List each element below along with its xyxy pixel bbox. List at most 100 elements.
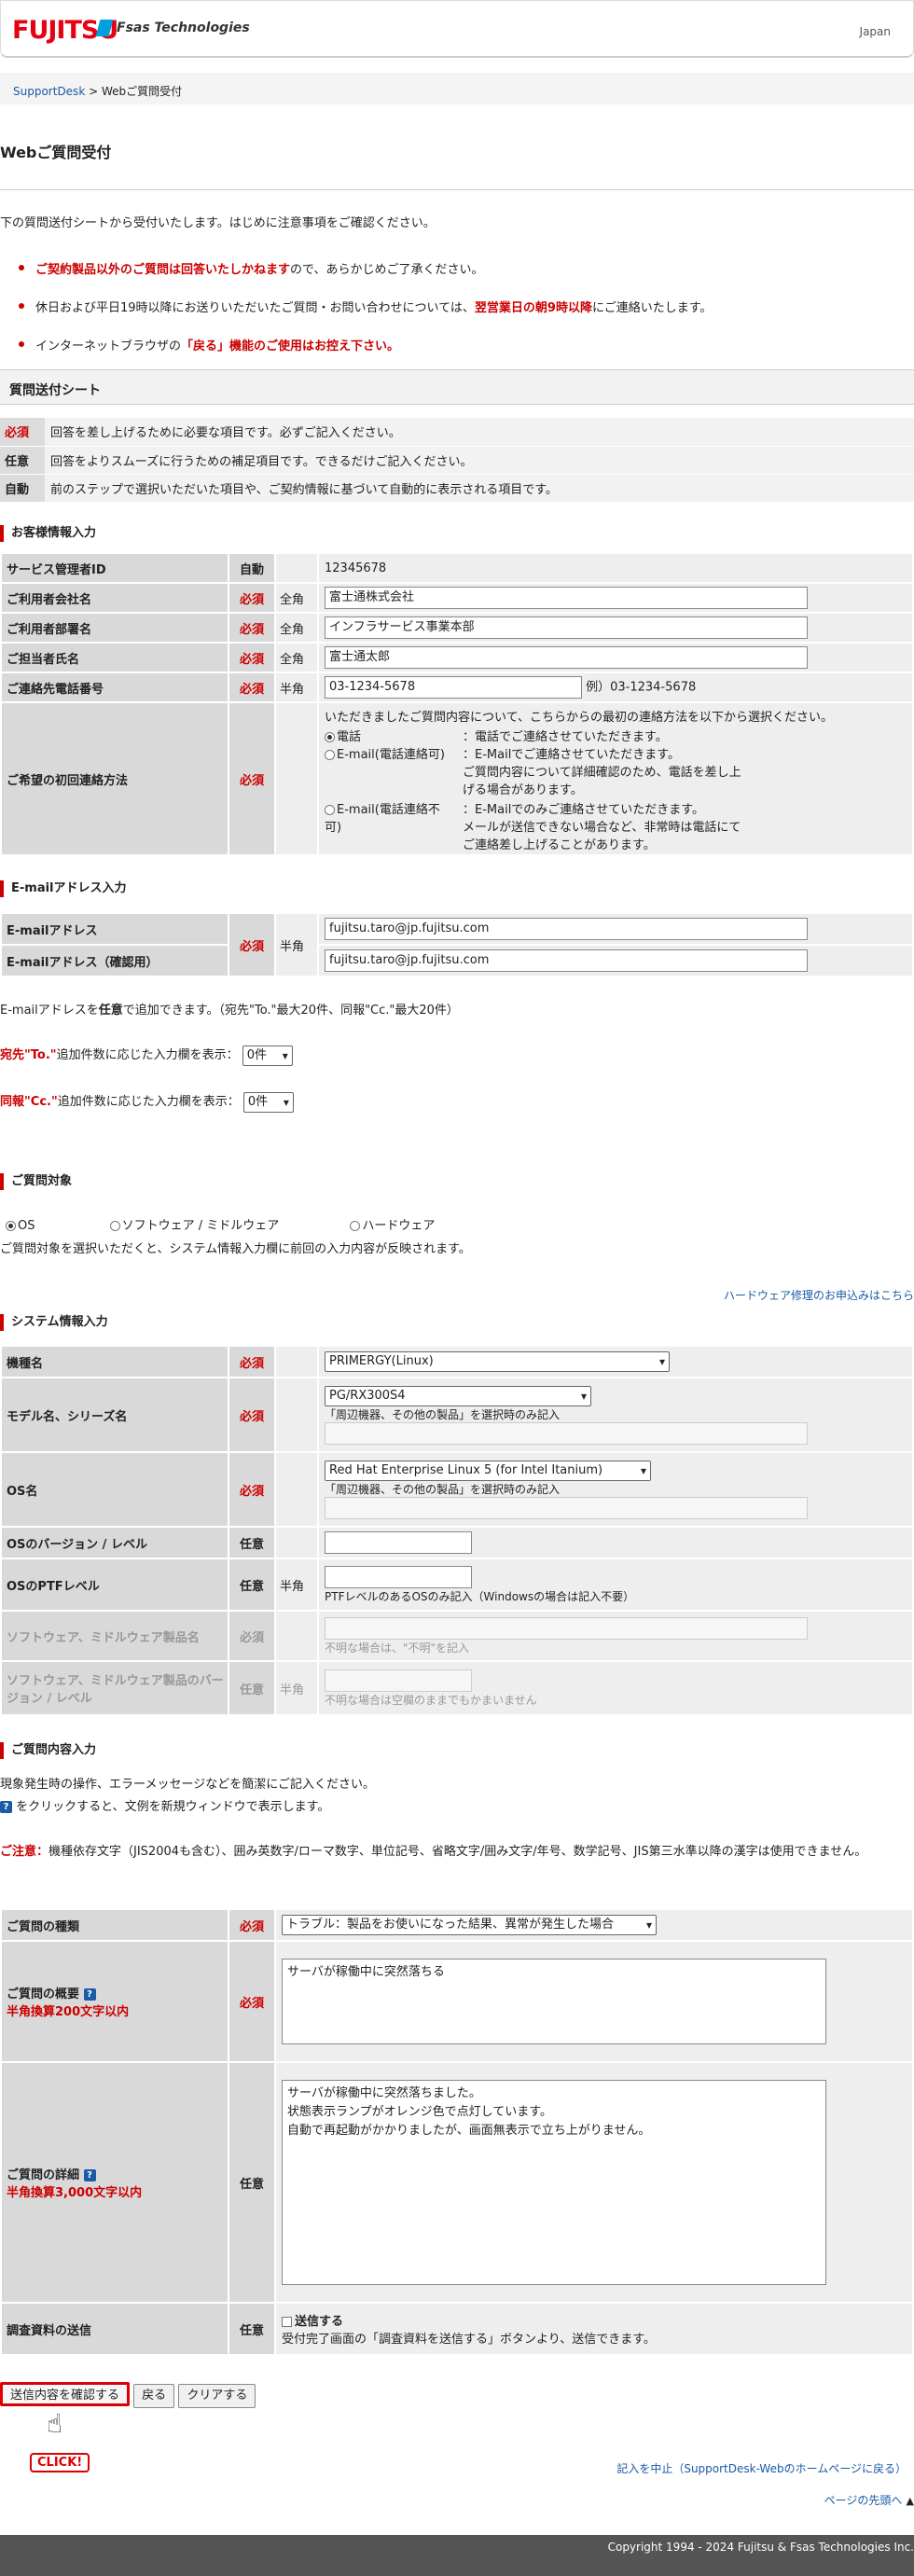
note-text: E-mailアドレスを [0,1004,99,1018]
phone-input[interactable]: 03-1234-5678 [325,676,582,699]
legend-key: 任意 [0,446,45,475]
question-type-select[interactable]: トラブル：製品をお使いになった結果、異常が発生した場合 [282,1915,657,1935]
target-radio-hardware[interactable] [350,1221,361,1231]
company-input[interactable]: 富士通株式会社 [325,587,808,609]
notice-item: 休日および平日19時以降にお送りいただいたご質問・お問い合わせについては、翌営業… [18,298,712,315]
caution-text: 機種依存文字（JIS2004も含む）、囲み英数字/ローマ数字、単位記号、省略文字… [48,1845,867,1859]
legend-value: 前のステップで選択いただいた項目や、ご契約情報に基づいて自動的に表示される項目で… [45,474,914,503]
person-input[interactable]: 富士通太郎 [325,646,808,669]
help-icon: ? [0,1801,12,1813]
to-label-highlight: 宛先"To." [0,1048,57,1062]
attach-checkbox[interactable] [282,2317,292,2327]
os-version-label: OSのバージョン / レベル [0,1526,229,1559]
email-section-title: E-mailアドレス入力 [0,880,127,897]
phone-label: ご連絡先電話番号 [0,672,229,703]
contact-radio-phone[interactable] [325,732,335,742]
cancel-link[interactable]: 記入を中止（SupportDesk-Webのホームページに戻る） [616,2460,907,2476]
email-label: E-mailアドレス [0,912,229,946]
detail-help-icon[interactable]: ? [83,2169,96,2181]
to-count-row: 宛先"To."追加件数に応じた入力欄を表示： 0件 [0,1045,293,1066]
fsas-logo: Fsas Technologies [95,20,250,36]
email-input[interactable]: fujitsu.taro@jp.fujitsu.com [325,918,808,940]
model-label: モデル名、シリーズ名 [0,1377,229,1453]
contact-option-desc: ：E-Mailでのみご連絡させていただきます。 メールが送信できない場合など、非… [463,803,741,852]
os-version-input[interactable] [325,1531,472,1554]
system-section-title: システム情報入力 [0,1314,108,1331]
model-free-input[interactable] [325,1421,808,1445]
question-section-title: ご質問内容入力 [0,1742,96,1759]
system-form: 機種名必須 PRIMERGY(Linux) モデル名、シリーズ名必須 PG/RX30… [0,1345,914,1716]
email-confirm-input[interactable]: fujitsu.taro@jp.fujitsu.com [325,949,808,972]
breadcrumb: SupportDesk > Webご質問受付 [0,73,914,104]
os-free-input[interactable] [325,1496,808,1519]
caution-note: ご注意：機種依存文字（JIS2004も含む）、囲み英数字/ローマ数字、単位記号、… [0,1841,914,1859]
notice-text: ので、あらかじめご了承ください。 [290,263,484,277]
email-form: E-mailアドレス 必須 半角 fujitsu.taro@jp.fujitsu.co… [0,912,914,977]
detail-limit: 半角換算3,000文字以内 [7,2186,143,2200]
target-radio-software[interactable] [109,1221,120,1231]
contact-option-label: 電話 [337,730,362,744]
software-version-note: 不明な場合は空欄のままでもかまいません [325,1693,537,1707]
optional-tag: 任意 [228,2302,276,2356]
legend-value: 回答をよりスムーズに行うための補足項目です。できるだけご記入ください。 [45,446,914,475]
os-note: 「周辺機器、その他の製品」を選択時のみ記入 [325,1482,561,1496]
contact-option-label: E-mail(電話連絡可) [337,748,445,762]
click-badge: CLICK! [30,2453,90,2472]
target-option-label: ハードウェア [362,1219,436,1233]
target-options: OS ソフトウェア / ミドルウェア ハードウェア [6,1215,435,1233]
notice-list: ご契約製品以外のご質問は回答いたしかねますので、あらかじめご了承ください。 休日… [18,259,712,374]
notice-item: インターネットブラウザの「戻る」機能のご使用はお控え下さい。 [18,336,712,353]
target-note: ご質問対象を選択いただくと、システム情報入力欄に前回の入力内容が反映されます。 [0,1242,471,1256]
contact-option-desc: ：E-Mailでご連絡させていただきます。 ご質問内容について詳細確認のため、電… [463,748,741,797]
summary-help-icon[interactable]: ? [83,1988,96,2001]
to-count-select[interactable]: 0件 [242,1045,293,1066]
company-label: ご利用者会社名 [0,582,229,614]
machine-select[interactable]: PRIMERGY(Linux) [325,1351,670,1372]
target-option-label: OS [18,1219,35,1233]
summary-textarea[interactable]: サーバが稼働中に突然落ちる [282,1959,826,2044]
contact-radio-email-phone[interactable] [325,750,335,760]
required-tag: 必須 [228,1908,276,1942]
software-version-input[interactable] [325,1669,472,1692]
back-button[interactable]: 戻る [133,2384,175,2408]
notice-text: インターネットブラウザの [35,339,182,353]
width-tag: 全角 [274,642,319,673]
email-add-note: E-mailアドレスを任意で追加できます。（宛先"To."最大20件、同報"Cc… [0,1000,459,1018]
attach-note: 受付完了画面の「調査資料を送信する」ボタンより、送信できます。 [282,2333,656,2347]
customer-form: サービス管理者ID 自動 12345678 ご利用者会社名 必須 全角 富士通株式会社 ご… [0,552,914,856]
model-select[interactable]: PG/RX300S4 [325,1385,591,1406]
customer-section-title: お客様情報入力 [0,525,96,542]
dept-input[interactable]: インフラサービス事業本部 [325,616,808,639]
question-help-note: ? をクリックすると、文例を新規ウィンドウで表示します。 [0,1796,329,1814]
footer: Copyright 1994 - 2024 Fujitsu & Fsas Tec… [0,2535,914,2576]
notice-highlight: ご契約製品以外のご質問は回答いたしかねます [35,263,291,277]
width-tag: 半角 [274,912,319,977]
cc-count-row: 同報"Cc."追加件数に応じた入力欄を表示： 0件 [0,1091,294,1113]
clear-button[interactable]: クリアする [178,2384,256,2408]
email-confirm-label: E-mailアドレス（確認用） [0,944,229,977]
contact-radio-email-only[interactable] [325,805,335,815]
confirm-button[interactable]: 送信内容を確認する [0,2382,131,2406]
target-radio-os[interactable] [6,1221,16,1231]
hand-pointer-icon: ☝ [47,2408,63,2439]
required-tag: 必須 [228,1345,276,1378]
arrow-up-icon: ▲ [906,2495,914,2507]
target-section-title: ご質問対象 [0,1173,72,1190]
hardware-repair-link[interactable]: ハードウェア修理のお申込みはこちら [724,1287,914,1303]
os-select[interactable]: Red Hat Enterprise Linux 5 (for Intel It… [325,1460,651,1481]
detail-textarea[interactable]: サーバが稼働中に突然落ちました。 状態表示ランプがオレンジ色で点灯しています。 … [282,2080,826,2285]
ptf-note: PTFレベルのあるOSのみ記入（Windowsの場合は記入不要） [325,1589,635,1603]
breadcrumb-home-link[interactable]: SupportDesk [13,85,85,98]
page-top-link[interactable]: ページの先頭へ [824,2494,903,2507]
cc-count-select[interactable]: 0件 [242,1091,294,1113]
phone-example: 例）03-1234-5678 [586,680,697,695]
software-input[interactable] [325,1616,808,1640]
region-label[interactable]: Japan [860,25,891,38]
fsas-logo-text: Fsas Technologies [117,21,250,35]
caution-label: ご注意： [0,1845,49,1859]
ptf-input[interactable] [325,1565,472,1588]
divider [0,189,914,190]
required-tag: 必須 [228,582,276,614]
attach-checkbox-label: 送信する [295,2315,344,2329]
question-form: ご質問の種類必須トラブル：製品をお使いになった結果、異常が発生した場合 ご質問の… [0,1908,914,2356]
